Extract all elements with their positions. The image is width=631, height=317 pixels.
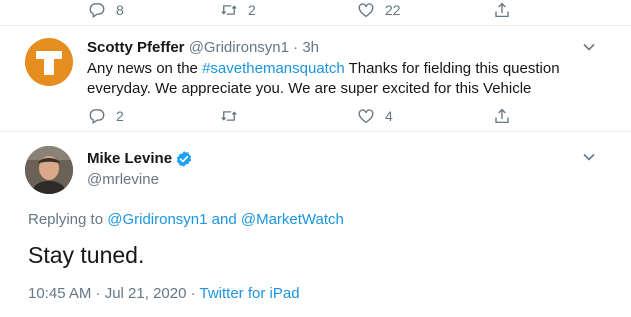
retweet-icon xyxy=(221,5,237,15)
user-handle[interactable]: @Gridironsyn1 xyxy=(189,39,289,56)
replying-to: Replying to @Gridironsyn1 and @MarketWat… xyxy=(28,210,344,230)
profile-photo xyxy=(25,146,73,194)
reply-count: 8 xyxy=(116,2,124,18)
mention-link[interactable]: @Gridironsyn1 xyxy=(107,211,207,228)
tweet-header: Scotty Pfeffer @Gridironsyn1 · 3h xyxy=(87,38,319,57)
share-action[interactable] xyxy=(493,106,511,126)
reply-count: 2 xyxy=(116,108,124,124)
author-block: Mike Levine @mrlevine xyxy=(87,149,193,189)
tweet-meta: 10:45 AM · Jul 21, 2020 · Twitter for iP… xyxy=(28,284,300,304)
reply-icon xyxy=(89,3,105,19)
like-action[interactable]: 4 xyxy=(357,106,393,126)
chevron-down-icon[interactable] xyxy=(581,149,597,165)
retweet-count: 2 xyxy=(248,2,256,18)
like-count: 22 xyxy=(385,2,401,18)
retweet-action[interactable]: 2 xyxy=(220,0,256,20)
display-name[interactable]: Mike Levine xyxy=(87,149,172,168)
like-count: 4 xyxy=(385,108,393,124)
timestamp-link[interactable]: 10:45 AM · Jul 21, 2020 xyxy=(28,285,186,302)
verified-badge-icon xyxy=(176,150,192,167)
display-name[interactable]: Scotty Pfeffer xyxy=(87,39,185,56)
user-handle[interactable]: @mrlevine xyxy=(87,170,193,189)
and-text: and xyxy=(207,211,241,228)
mention-link[interactable]: @MarketWatch xyxy=(241,211,344,228)
source-link[interactable]: Twitter for iPad xyxy=(200,285,300,302)
chevron-down-icon[interactable] xyxy=(581,39,597,55)
like-icon xyxy=(358,3,374,18)
retweet-action[interactable] xyxy=(220,106,238,126)
tweet-text: Any news on the #savethemansquatch Thank… xyxy=(87,59,577,99)
main-tweet: Mike Levine @mrlevine Replying to @Gridi… xyxy=(0,132,631,317)
reply-icon xyxy=(89,109,105,125)
replying-label: Replying to xyxy=(28,211,108,228)
tweet-text: Stay tuned. xyxy=(28,242,145,268)
reply-action[interactable]: 8 xyxy=(88,0,124,20)
like-icon xyxy=(358,109,374,124)
retweet-icon xyxy=(221,111,237,121)
share-icon xyxy=(495,108,509,124)
reply-tweet[interactable]: Scotty Pfeffer @Gridironsyn1 · 3h Any ne… xyxy=(0,26,631,131)
tweet-time[interactable]: 3h xyxy=(302,39,319,56)
hashtag-link[interactable]: #savethemansquatch xyxy=(202,60,345,77)
name-line: Mike Levine xyxy=(87,149,193,168)
tweet-text-start: Any news on the xyxy=(87,60,203,77)
avatar[interactable] xyxy=(25,38,73,86)
share-icon xyxy=(495,2,509,18)
separator: · xyxy=(293,39,299,56)
top-tweet-actions: 8 2 22 xyxy=(0,0,631,20)
reply-action[interactable]: 2 xyxy=(88,106,124,126)
share-action[interactable] xyxy=(493,0,511,20)
tennessee-t-logo xyxy=(36,51,62,75)
like-action[interactable]: 22 xyxy=(357,0,401,20)
avatar[interactable] xyxy=(25,146,73,194)
meta-separator: · xyxy=(186,285,200,302)
